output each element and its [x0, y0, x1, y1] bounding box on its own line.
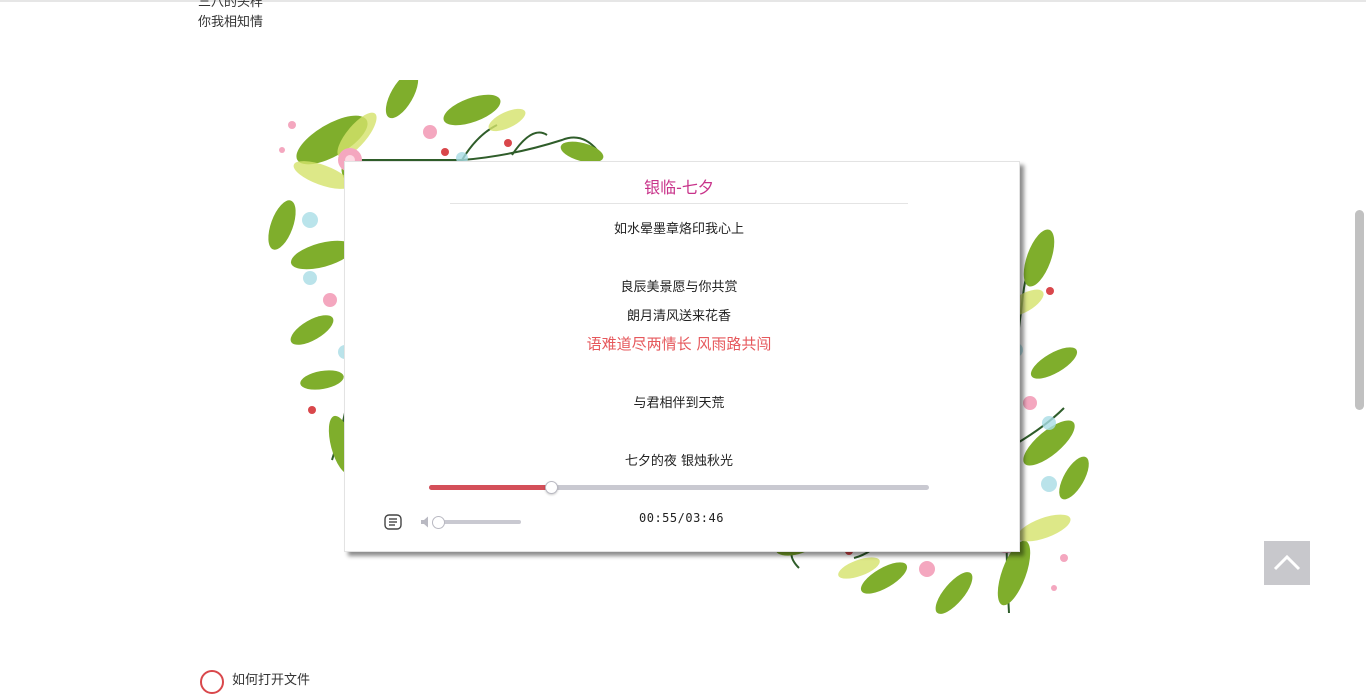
progress-fill — [429, 485, 551, 490]
lyric-text-above-last: 你我相知情 — [198, 15, 264, 30]
progress-handle[interactable] — [544, 481, 558, 494]
progress-bar[interactable] — [429, 481, 929, 494]
lyric-line-current: 语难道尽两情长 风雨路共闯 — [586, 335, 772, 353]
next-section-text: 如何打开文件 — [232, 673, 311, 688]
volume-handle[interactable] — [432, 516, 445, 529]
back-to-top-button[interactable] — [1264, 541, 1310, 585]
lyric-line: 与君相伴到天荒 — [633, 396, 725, 411]
lyric-line: 朗月清风送来花香 — [626, 309, 731, 324]
volume-slider[interactable] — [432, 516, 521, 529]
scrollbar-thumb[interactable] — [1355, 210, 1364, 410]
title-divider — [450, 203, 908, 204]
music-player: 银临-七夕 如水晕墨章烙印我心上 良辰美景愿与你共赏 朗月清风送来花香 语难道尽… — [344, 161, 1020, 552]
lyric-toggle-icon[interactable] — [384, 514, 402, 530]
lyric-line: 如水晕墨章烙印我心上 — [613, 222, 744, 237]
lyric-line: 七夕的夜 银烛秋光 — [624, 454, 734, 469]
playback-time: 00:55/03:46 — [639, 511, 724, 525]
song-title: 银临-七夕 — [644, 178, 714, 197]
circle-icon — [200, 670, 224, 694]
chevron-up-icon — [1273, 554, 1301, 571]
lyric-text-above: 三八的头样 — [198, 0, 264, 10]
lyric-line: 良辰美景愿与你共赏 — [620, 280, 738, 295]
